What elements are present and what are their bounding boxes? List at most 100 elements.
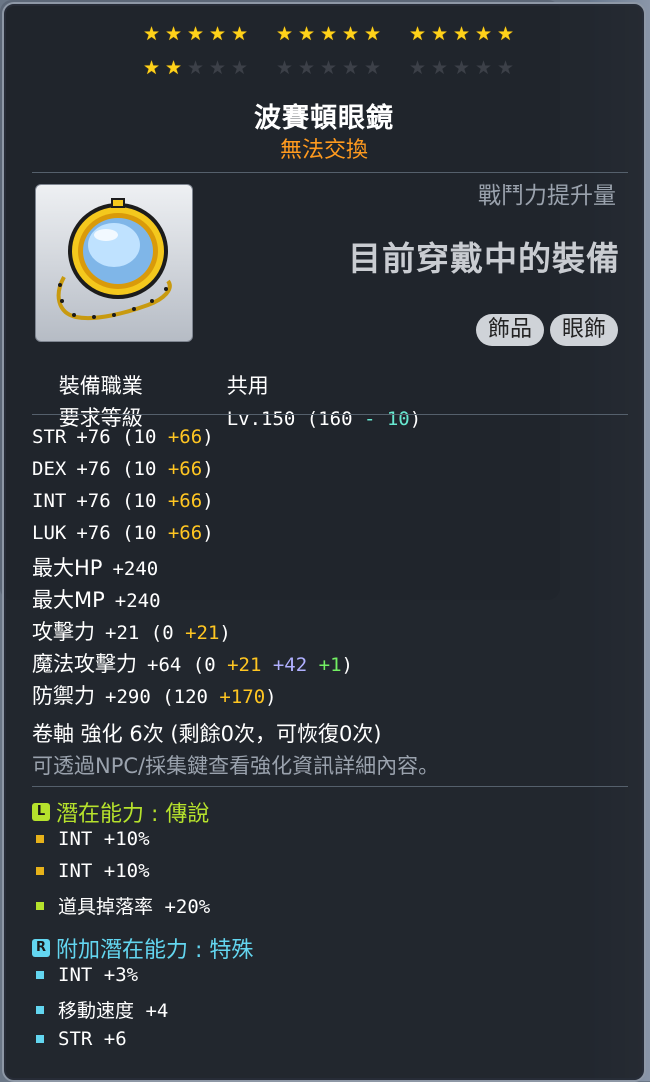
star-force-row-2: ★ ★ ★ ★ ★ ★ ★ ★ ★ ★ ★ ★ ★ ★ ★ xyxy=(142,58,515,78)
level-suffix: ) xyxy=(409,408,422,430)
stat-label: INT xyxy=(32,490,67,512)
stat-bonus: +66 xyxy=(167,490,203,512)
star-filled-icon: ★ xyxy=(363,23,382,45)
star-filled-icon: ★ xyxy=(142,23,161,45)
star-filled-icon: ★ xyxy=(297,23,316,45)
bullet-icon xyxy=(36,1005,44,1014)
stat-row: DEX +76 (10 +66) xyxy=(32,456,214,480)
tag-eye-accessory: 眼飾 xyxy=(549,314,618,346)
scroll-upgrade-line: 卷軸 強化 6次 (剩餘0次，可恢復0次) xyxy=(32,722,382,746)
scroll-hint: 可透過NPC/採集鍵查看強化資訊詳細內容。 xyxy=(32,754,440,778)
rare-badge-icon: R xyxy=(32,939,50,957)
item-name: 波賽頓眼鏡 xyxy=(254,103,394,134)
star-empty-icon: ★ xyxy=(186,57,205,79)
star-empty-icon: ★ xyxy=(496,57,515,79)
stat-value: +240 xyxy=(114,590,161,612)
stat-label: STR xyxy=(32,426,67,448)
power-increase-label: 戰鬥力提升量 xyxy=(478,183,616,209)
stat-row: 最大MP +240 xyxy=(32,584,161,614)
potential-line: STR +6 xyxy=(36,1028,127,1050)
star-filled-icon: ★ xyxy=(208,23,227,45)
stat-open: (120 xyxy=(150,686,220,708)
stat-row: 魔法攻擊力 +64 (0 +21 +42 +1) xyxy=(32,648,353,678)
stat-row: LUK +76 (10 +66) xyxy=(32,520,214,544)
stat-bonus: +21 xyxy=(227,654,262,676)
stat-bonus: +170 xyxy=(219,686,266,708)
legendary-badge-icon: L xyxy=(32,803,50,821)
bullet-icon xyxy=(36,1035,44,1043)
stat-row: 防禦力 +290 (120 +170) xyxy=(32,680,277,710)
level-value: Lv.150 (160 xyxy=(226,408,364,430)
potential-header: L 潛在能力 : 傳說 xyxy=(32,796,209,828)
star-group: ★ ★ ★ ★ ★ xyxy=(142,24,249,44)
star-filled-icon: ★ xyxy=(186,23,205,45)
tag-accessory: 飾品 xyxy=(475,314,544,346)
bullet-icon xyxy=(36,835,44,843)
monocle-icon xyxy=(56,198,172,321)
stat-row: 最大HP +240 xyxy=(32,552,158,582)
star-group: ★ ★ ★ ★ ★ xyxy=(275,58,382,78)
potential-text: INT +10% xyxy=(58,860,150,882)
stat-close: ) xyxy=(265,686,277,708)
star-empty-icon: ★ xyxy=(452,57,471,79)
star-filled-icon: ★ xyxy=(341,23,360,45)
divider xyxy=(32,172,628,173)
stat-row: 攻擊力 +21 (0 +21) xyxy=(32,616,231,646)
stat-label: 最大MP xyxy=(32,588,105,612)
stat-bonus: +66 xyxy=(167,522,203,544)
potential-text: 移動速度 +4 xyxy=(58,1000,169,1022)
stat-bonus2: +42 xyxy=(261,654,308,676)
stat-open: (10 xyxy=(110,458,168,480)
bullet-icon xyxy=(36,867,44,875)
stat-label: DEX xyxy=(32,458,67,480)
item-icon-box xyxy=(35,184,193,342)
potential-line: 道具掉落率 +20% xyxy=(36,892,210,919)
stat-value: +76 xyxy=(76,490,111,512)
stat-bonus: +66 xyxy=(167,458,203,480)
stat-close: ) xyxy=(341,654,353,676)
divider xyxy=(32,414,628,415)
stat-open: (0 xyxy=(181,654,228,676)
bullet-icon xyxy=(36,901,44,910)
star-empty-icon: ★ xyxy=(297,57,316,79)
star-filled-icon: ★ xyxy=(164,57,183,79)
stat-close: ) xyxy=(202,490,214,512)
stat-label: 防禦力 xyxy=(32,684,95,708)
stat-bonus: +21 xyxy=(185,622,220,644)
star-filled-icon: ★ xyxy=(319,23,338,45)
additional-potential-header: R 附加潛在能力 : 特殊 xyxy=(32,932,253,964)
star-group: ★ ★ ★ ★ ★ xyxy=(142,58,249,78)
stat-open: (0 xyxy=(139,622,186,644)
star-empty-icon: ★ xyxy=(341,57,360,79)
star-empty-icon: ★ xyxy=(474,57,493,79)
potential-text: 道具掉落率 +20% xyxy=(58,896,211,918)
stat-value: +76 xyxy=(76,426,111,448)
stat-bonus: +66 xyxy=(167,426,203,448)
star-empty-icon: ★ xyxy=(208,57,227,79)
star-empty-icon: ★ xyxy=(363,57,382,79)
stat-value: +64 xyxy=(147,654,182,676)
stat-value: +76 xyxy=(76,522,111,544)
star-filled-icon: ★ xyxy=(164,23,183,45)
stat-close: ) xyxy=(202,458,214,480)
item-tooltip: ★ ★ ★ ★ ★ ★ ★ ★ ★ ★ ★ ★ ★ ★ ★ ★ ★ ★ ★ ★ ★ ★ ★ ★ ★ ★ ★ ★ ★ ★ 波賽頓眼鏡 無法… xyxy=(2,2,646,1082)
stat-row: INT +76 (10 +66) xyxy=(32,488,214,512)
star-group: ★ ★ ★ ★ ★ xyxy=(408,24,515,44)
stat-close: ) xyxy=(202,426,214,448)
stat-bonus3: +1 xyxy=(307,654,342,676)
star-empty-icon: ★ xyxy=(430,57,449,79)
star-filled-icon: ★ xyxy=(142,57,161,79)
potential-line: 移動速度 +4 xyxy=(36,996,168,1023)
category-tags: 飾品 眼飾 xyxy=(475,314,618,346)
stat-close: ) xyxy=(202,522,214,544)
stat-open: (10 xyxy=(110,426,168,448)
star-filled-icon: ★ xyxy=(496,23,515,45)
star-group: ★ ★ ★ ★ ★ xyxy=(275,24,382,44)
potential-text: INT +10% xyxy=(58,828,150,850)
star-empty-icon: ★ xyxy=(319,57,338,79)
potential-line: INT +3% xyxy=(36,964,138,986)
stat-open: (10 xyxy=(110,490,168,512)
level-reduction: - 10 xyxy=(363,408,410,430)
star-filled-icon: ★ xyxy=(275,23,294,45)
equipped-label: 目前穿戴中的裝備 xyxy=(348,239,620,278)
